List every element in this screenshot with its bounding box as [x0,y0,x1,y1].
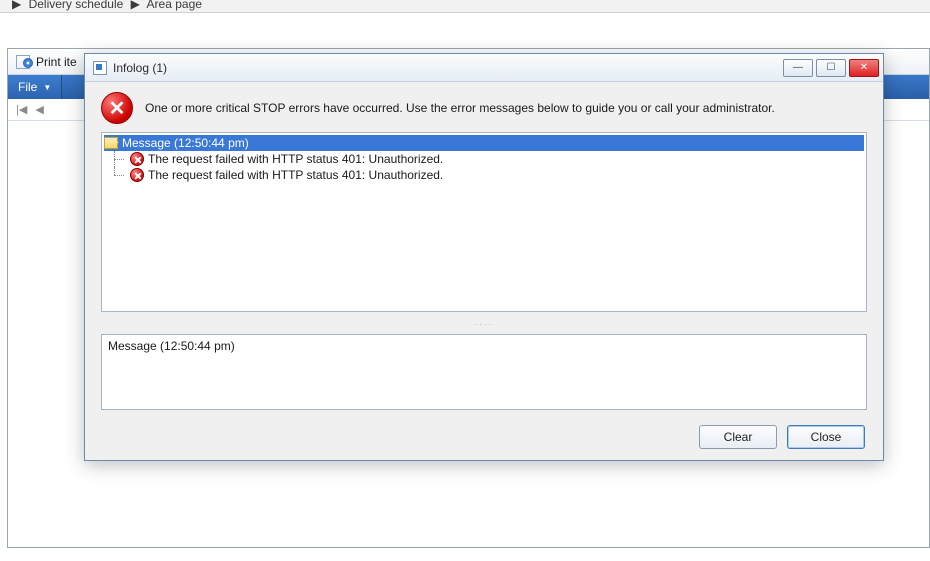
error-icon: ✕ [101,92,133,124]
breadcrumb: ▶ Delivery schedule ▶ Area page [0,0,930,13]
file-menu-button[interactable]: File ▼ [8,75,62,99]
detail-text: Message (12:50:44 pm) [108,339,235,353]
tree-child-label: The request failed with HTTP status 401:… [148,168,443,182]
dialog-summary-text: One or more critical STOP errors have oc… [145,101,775,115]
minimize-icon: — [793,62,803,73]
dialog-title: Infolog (1) [113,61,777,75]
infolog-dialog: Infolog (1) — ☐ ✕ ✕ One or more critical… [84,53,884,461]
dialog-button-row: Clear Close [85,414,883,460]
error-icon [130,168,144,182]
document-tab-title[interactable]: Print ite [36,55,77,69]
tree-root-label: Message (12:50:44 pm) [122,136,249,150]
close-button[interactable]: Close [787,425,865,449]
breadcrumb-item[interactable]: Delivery schedule [29,0,124,11]
error-icon [130,152,144,166]
minimize-button[interactable]: — [783,59,813,77]
message-tree[interactable]: Message (12:50:44 pm) The request failed… [101,132,867,312]
first-record-icon[interactable]: |◀ [16,103,27,116]
clear-button-label: Clear [724,430,753,444]
dialog-titlebar[interactable]: Infolog (1) — ☐ ✕ [85,54,883,82]
close-icon: ✕ [860,62,868,73]
splitter-handle[interactable]: ···· [101,320,867,326]
detail-pane[interactable]: Message (12:50:44 pm) [101,334,867,410]
chevron-down-icon: ▼ [43,83,51,92]
previous-record-icon[interactable]: ◀ [35,103,43,116]
tree-child-label: The request failed with HTTP status 401:… [148,152,443,166]
envelope-icon [104,137,118,149]
dialog-header: ✕ One or more critical STOP errors have … [101,92,867,124]
maximize-button[interactable]: ☐ [816,59,846,77]
chevron-right-icon: ▶ [12,0,21,11]
maximize-icon: ☐ [827,62,836,73]
tree-child-node[interactable]: The request failed with HTTP status 401:… [112,151,864,167]
document-icon [16,55,30,69]
app-icon [93,61,107,75]
tree-child-node[interactable]: The request failed with HTTP status 401:… [112,167,864,183]
tree-connector-icon [112,151,126,167]
breadcrumb-item[interactable]: Area page [147,0,202,11]
close-button-label: Close [811,430,842,444]
tree-connector-icon [112,167,126,183]
clear-button[interactable]: Clear [699,425,777,449]
tree-root-node[interactable]: Message (12:50:44 pm) [104,135,864,151]
close-window-button[interactable]: ✕ [849,59,879,77]
chevron-right-icon: ▶ [131,0,140,11]
file-menu-label: File [18,80,37,94]
